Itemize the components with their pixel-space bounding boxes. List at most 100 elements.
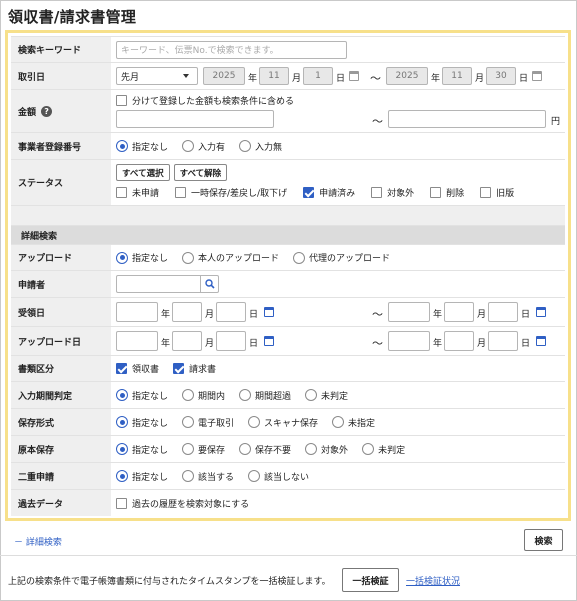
- to-month-input[interactable]: 11: [442, 67, 472, 85]
- month-unit: 月: [205, 310, 215, 320]
- received-to-day-input[interactable]: [488, 302, 518, 322]
- upload-from-year-input[interactable]: [116, 331, 158, 351]
- checkbox-box: [371, 187, 383, 198]
- radio-option[interactable]: 保存不要: [239, 443, 291, 456]
- radio-option[interactable]: 電子取引: [182, 416, 234, 429]
- search-button[interactable]: 検索: [524, 529, 563, 551]
- keyword-input[interactable]: キーワード、伝票No.で検索できます。: [116, 40, 347, 59]
- received-from-month-input[interactable]: [172, 302, 202, 322]
- upload-from-month-input[interactable]: [172, 331, 202, 351]
- status-checkbox[interactable]: 削除: [430, 186, 464, 199]
- radio-option[interactable]: 該当する: [182, 470, 234, 483]
- calendar-icon[interactable]: [532, 71, 542, 81]
- upload-row: アップロード 指定なし 本人のアップロード 代理のアップロード: [11, 245, 565, 271]
- radio-option[interactable]: 指定なし: [116, 416, 168, 429]
- calendar-icon[interactable]: [264, 336, 274, 346]
- radio-option[interactable]: 期間超過: [239, 389, 291, 402]
- day-unit: 日: [521, 339, 531, 349]
- status-checkbox[interactable]: 未申請: [116, 186, 159, 199]
- status-checkbox[interactable]: 申請済み: [303, 186, 355, 199]
- original-storage-label: 原本保存: [11, 436, 111, 462]
- amount-max-input[interactable]: [388, 110, 546, 128]
- from-year-unit: 年: [248, 74, 258, 84]
- year-unit: 年: [433, 339, 443, 349]
- radio-dot: [239, 389, 252, 401]
- doc-type-checkbox[interactable]: 領収書: [116, 362, 159, 375]
- radio-option[interactable]: 要保存: [182, 443, 225, 456]
- chevron-down-icon: [183, 74, 189, 78]
- radio-dot: [116, 140, 128, 152]
- to-year-input[interactable]: 2025: [386, 67, 428, 85]
- received-from-day-input[interactable]: [216, 302, 246, 322]
- checkbox-box: [175, 187, 187, 198]
- bulk-verify-status-link[interactable]: 一括検証状況: [406, 574, 460, 587]
- applicant-row: 申請者: [11, 271, 565, 298]
- radio-dot: [248, 416, 261, 428]
- help-icon[interactable]: ?: [41, 105, 53, 117]
- search-icon[interactable]: [201, 275, 219, 293]
- duplicate-row: 二重申請 指定なし 該当する 該当しない: [11, 463, 565, 490]
- status-checkbox[interactable]: 対象外: [371, 186, 414, 199]
- upload-to-month-input[interactable]: [444, 331, 474, 351]
- radio-option[interactable]: 指定なし: [116, 470, 168, 483]
- radio-option[interactable]: 未判定: [305, 389, 348, 402]
- received-to-year-input[interactable]: [388, 302, 430, 322]
- status-row: ステータス すべて選択 すべて解除 未申請 一時保存/差戻し/取下げ 申請済み …: [11, 160, 565, 206]
- select-all-button[interactable]: すべて選択: [116, 164, 170, 181]
- radio-option[interactable]: 入力無: [239, 140, 282, 153]
- calendar-icon[interactable]: [536, 307, 546, 317]
- original-storage-row: 原本保存 指定なし 要保存 保存不要 対象外 未判定: [11, 436, 565, 463]
- from-year-input[interactable]: 2025: [203, 67, 245, 85]
- search-panel: 検索キーワード キーワード、伝票No.で検索できます。 取引日 先月 2025 …: [5, 30, 571, 521]
- radio-option[interactable]: 指定なし: [116, 140, 168, 153]
- radio-option[interactable]: スキャナ保存: [248, 416, 318, 429]
- radio-option[interactable]: 代理のアップロード: [293, 251, 390, 264]
- calendar-icon[interactable]: [264, 307, 274, 317]
- radio-option[interactable]: 入力有: [182, 140, 225, 153]
- doc-type-checkbox[interactable]: 請求書: [173, 362, 216, 375]
- toggle-detail-search-link[interactable]: － 詳細検索: [14, 535, 62, 548]
- radio-dot: [305, 389, 318, 401]
- radio-option[interactable]: 指定なし: [116, 251, 168, 264]
- registration-number-label: 事業者登録番号: [11, 133, 111, 159]
- radio-dot: [305, 443, 318, 455]
- radio-option[interactable]: 本人のアップロード: [182, 251, 279, 264]
- status-checkbox[interactable]: 旧版: [480, 186, 514, 199]
- upload-to-day-input[interactable]: [488, 331, 518, 351]
- transaction-date-label: 取引日: [11, 63, 111, 89]
- deselect-all-button[interactable]: すべて解除: [173, 164, 228, 181]
- bulk-verify-button[interactable]: 一括検証: [342, 568, 399, 592]
- radio-option[interactable]: 対象外: [305, 443, 348, 456]
- radio-dot: [116, 251, 128, 264]
- radio-dot: [182, 443, 195, 455]
- include-split-checkbox[interactable]: 分けて登録した金額も検索条件に含める: [116, 94, 294, 107]
- past-data-checkbox[interactable]: 過去の履歴を検索対象にする: [116, 497, 249, 510]
- from-day-input[interactable]: 1: [303, 67, 333, 85]
- radio-option[interactable]: 未判定: [362, 443, 405, 456]
- applicant-label: 申請者: [11, 271, 111, 297]
- date-range-tilde: ～: [370, 72, 381, 85]
- radio-option[interactable]: 未指定: [332, 416, 375, 429]
- radio-option[interactable]: 該当しない: [248, 470, 309, 483]
- upload-to-year-input[interactable]: [388, 331, 430, 351]
- amount-min-input[interactable]: [116, 110, 274, 128]
- from-month-input[interactable]: 11: [259, 67, 289, 85]
- radio-option[interactable]: 期間内: [182, 389, 225, 402]
- received-from-year-input[interactable]: [116, 302, 158, 322]
- radio-option[interactable]: 指定なし: [116, 443, 168, 456]
- calendar-icon[interactable]: [349, 71, 359, 81]
- radio-option[interactable]: 指定なし: [116, 389, 168, 402]
- page-title: 領収書/請求書管理: [8, 8, 137, 26]
- received-to-month-input[interactable]: [444, 302, 474, 322]
- input-period-label: 入力期間判定: [11, 382, 111, 408]
- upload-from-day-input[interactable]: [216, 331, 246, 351]
- upload-date-label: アップロード日: [11, 327, 111, 355]
- period-select[interactable]: 先月: [116, 67, 198, 85]
- to-month-unit: 月: [475, 74, 485, 84]
- applicant-input[interactable]: [116, 275, 201, 293]
- status-checkbox[interactable]: 一時保存/差戻し/取下げ: [175, 186, 287, 199]
- to-day-input[interactable]: 30: [486, 67, 516, 85]
- detail-search-heading: 詳細検索: [11, 226, 565, 245]
- year-unit: 年: [161, 339, 171, 349]
- calendar-icon[interactable]: [536, 336, 546, 346]
